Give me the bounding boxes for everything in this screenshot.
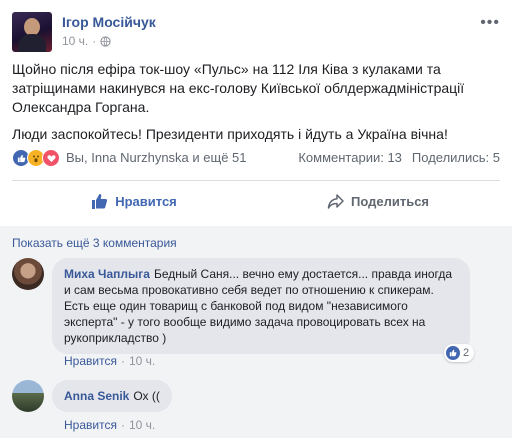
comment-bubble: Миха Чаплыга Бедный Саня... вечно ему дос… — [52, 258, 470, 354]
love-reaction-icon — [42, 149, 60, 167]
comment-bubble: Anna Senik Ох (( — [52, 380, 172, 412]
commenter-name[interactable]: Anna Senik — [64, 389, 129, 403]
separator-dot: · — [120, 418, 125, 432]
separator-dot: · — [92, 34, 97, 48]
like-button-label: Нравится — [115, 193, 177, 209]
reaction-names[interactable]: Вы, Inna Nurzhynska и ещё 51 — [66, 150, 247, 165]
share-button-label: Поделиться — [350, 193, 430, 209]
comment-like-link[interactable]: Нравится — [64, 354, 117, 368]
author-avatar[interactable] — [12, 12, 52, 52]
comment-like-count: 2 — [463, 347, 470, 359]
reaction-icons[interactable] — [12, 149, 60, 167]
engagement-counts: Комментарии: 13 Поделились: 5 — [298, 150, 500, 165]
comment-like-link[interactable]: Нравится — [64, 418, 117, 432]
show-more-comments-link[interactable]: Показать ещё 3 комментария — [12, 236, 177, 250]
reactions-bar: Вы, Inna Nurzhynska и ещё 51 Комментарии… — [12, 145, 500, 173]
comment-time[interactable]: 10 ч. — [129, 418, 155, 432]
comments-section: Показать ещё 3 комментария Миха Чаплыга Б… — [0, 226, 512, 438]
share-button[interactable]: Поделиться — [256, 185, 500, 217]
post-header: Ігор Мосійчук 10 ч. · ••• — [12, 12, 500, 54]
like-reaction-icon — [446, 346, 460, 360]
share-arrow-icon — [327, 194, 344, 209]
post-time[interactable]: 10 ч. — [62, 34, 88, 48]
comment-actions: Нравится · 10 ч. — [64, 418, 155, 432]
comment-text: Ох (( — [133, 389, 160, 403]
like-button[interactable]: Нравится — [12, 185, 256, 217]
author-name[interactable]: Ігор Мосійчук — [62, 14, 156, 30]
post-actions: Нравится Поделиться — [12, 185, 500, 217]
comment-time[interactable]: 10 ч. — [129, 354, 155, 368]
commenter-avatar[interactable] — [12, 258, 44, 290]
post-paragraph: Щойно після ефіра ток-шоу «Пульс» на 112… — [12, 61, 465, 115]
shares-count[interactable]: Поделились: 5 — [412, 150, 500, 165]
commenter-avatar[interactable] — [12, 380, 44, 412]
commenter-name[interactable]: Миха Чаплыга — [64, 267, 150, 281]
comment-like-badge[interactable]: 2 — [444, 344, 475, 362]
comments-count[interactable]: Комментарии: 13 — [298, 150, 402, 165]
more-options-icon[interactable]: ••• — [480, 14, 500, 32]
post-meta: 10 ч. · — [62, 34, 111, 48]
post-body: Щойно після ефіра ток-шоу «Пульс» на 112… — [12, 60, 500, 152]
separator-dot: · — [120, 354, 125, 368]
divider — [12, 180, 500, 181]
comment: Anna Senik Ох (( Нравится · 10 ч. — [12, 380, 500, 434]
thumbs-up-icon — [92, 194, 108, 209]
comment: Миха Чаплыга Бедный Саня... вечно ему дос… — [12, 258, 500, 368]
post-paragraph: Люди заспокойтесь! Президенти приходять … — [12, 126, 448, 142]
globe-icon — [100, 35, 111, 47]
comment-actions: Нравится · 10 ч. — [64, 354, 155, 368]
